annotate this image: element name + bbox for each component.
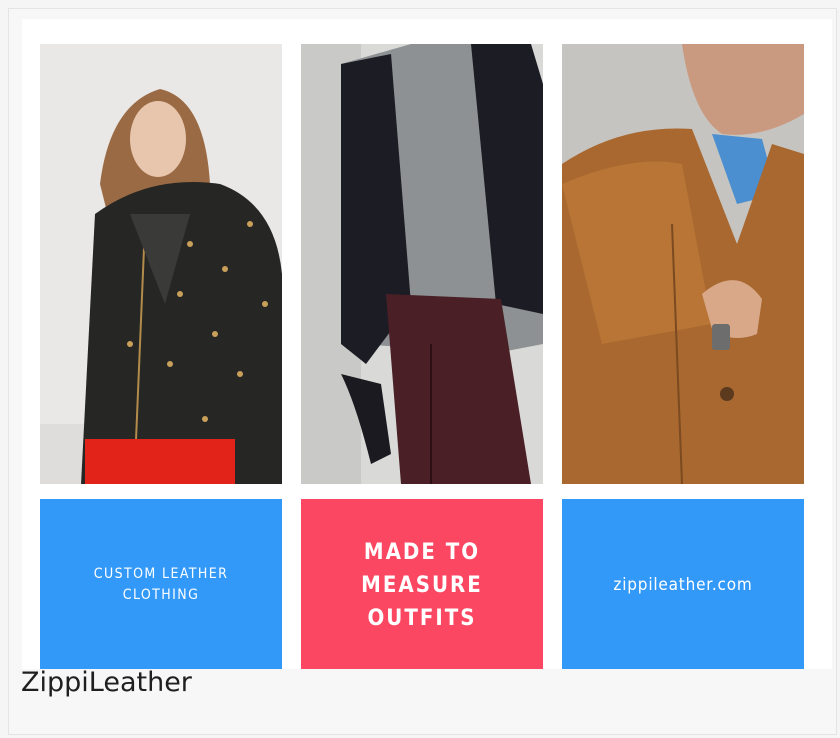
collage-image[interactable]: CUSTOM LEATHER CLOTHING MADE TO MEASURE … xyxy=(22,19,832,669)
photo-black-star-jacket xyxy=(40,44,282,484)
post-caption[interactable]: ZippiLeather xyxy=(21,667,192,698)
tile-left-text: CUSTOM LEATHER CLOTHING xyxy=(93,566,229,603)
tile-right-text: zippileather.com xyxy=(613,575,753,595)
tile-website: zippileather.com xyxy=(562,499,804,669)
post-card: CUSTOM LEATHER CLOTHING MADE TO MEASURE … xyxy=(8,8,837,735)
tile-custom-leather-clothing: CUSTOM LEATHER CLOTHING xyxy=(40,499,282,669)
photo-brown-leather-jacket xyxy=(562,44,804,484)
tile-made-to-measure: MADE TO MEASURE OUTFITS xyxy=(301,499,543,669)
tile-center-text: MADE TO MEASURE OUTFITS xyxy=(361,539,483,631)
photo-biker-jacket-sweater xyxy=(301,44,543,484)
